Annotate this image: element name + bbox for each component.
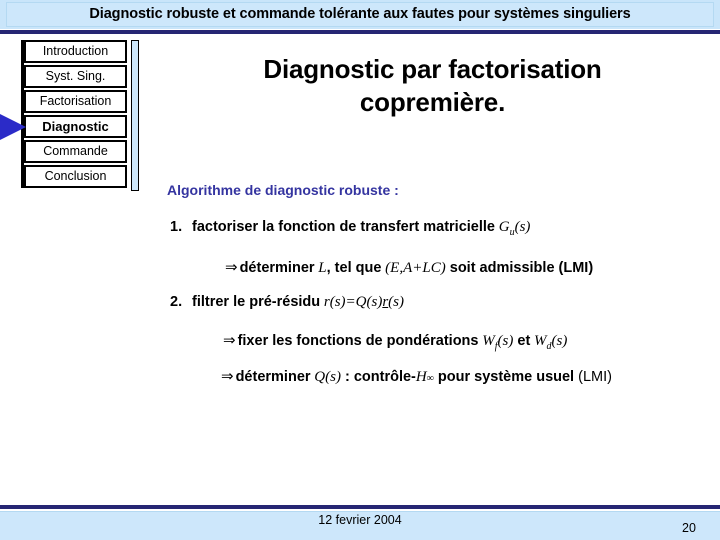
slide-title-line-1: Diagnostic par factorisation — [263, 54, 602, 84]
step-2-text: filtrer le pré-résidu — [192, 294, 321, 310]
sidebar-nav: Introduction Syst. Sing. Factorisation D… — [21, 40, 127, 188]
presentation-title: Diagnostic robuste et commande tolérante… — [89, 6, 631, 22]
implies-arrow-icon-2: ⇒ — [223, 332, 236, 349]
sidebar-item-commande[interactable]: Commande — [24, 140, 127, 163]
step-2-sub-a-text-a: fixer les fonctions de pondérations — [237, 333, 479, 349]
header-bar: Diagnostic robuste et commande tolérante… — [0, 0, 720, 29]
algorithm-step-1-sub: ⇒ déterminer L, tel que (E,A+LC) soit adm… — [225, 258, 593, 277]
step-1-sub-text-b: , tel que — [326, 260, 382, 276]
implies-arrow-icon-3: ⇒ — [221, 368, 234, 385]
algorithm-step-2-sub-a: ⇒ fixer les fonctions de pondérations Wf(… — [223, 331, 567, 352]
sidebar-item-diagnostic[interactable]: Diagnostic — [24, 115, 127, 138]
footer-date: 12 fevrier 2004 — [318, 513, 402, 527]
step-2-sub-b-text-d: (LMI) — [578, 369, 612, 385]
algorithm-step-2: 2. filtrer le pré-résidu r(s)=Q(s)r(s) — [170, 294, 404, 311]
sidebar-progress-bar — [131, 40, 139, 191]
step-2-sub-b-text-b: : contrôle- — [344, 369, 416, 385]
step-1-math: Gu(s) — [498, 219, 531, 238]
step-2-sub-b-emphasis: usuel — [536, 369, 575, 385]
step-1-sub-text-c: soit admissible (LMI) — [449, 260, 594, 276]
step-2-sub-b-text-a: déterminer — [235, 369, 311, 385]
sidebar-item-syst-sing[interactable]: Syst. Sing. — [24, 65, 127, 88]
footer-divider-rule — [0, 505, 720, 509]
sidebar-item-conclusion[interactable]: Conclusion — [24, 165, 127, 188]
sidebar-item-introduction[interactable]: Introduction — [24, 40, 127, 63]
step-2-sub-b-math-a: Q(s) — [314, 369, 341, 385]
step-1-sub-text-a: déterminer — [239, 260, 315, 276]
slide-title: Diagnostic par factorisation copremière. — [160, 53, 705, 119]
slide-page-number: 20 — [682, 521, 696, 535]
step-2-sub-b-text-c: pour système — [437, 369, 533, 385]
header-divider-highlight — [0, 34, 720, 35]
step-1-sub-math-b: (E,A+LC) — [385, 260, 446, 276]
step-2-math: r(s)=Q(s)r(s) — [323, 294, 404, 310]
slide-title-line-2: copremière. — [359, 87, 506, 117]
step-1-text: factoriser la fonction de transfert matr… — [192, 219, 495, 235]
step-2-number: 2. — [170, 294, 183, 310]
algorithm-step-1: 1. factoriser la fonction de transfert ma… — [170, 219, 530, 238]
step-1-sub-math-a: L — [318, 260, 327, 276]
step-2-sub-a-text-b: et — [517, 333, 531, 349]
step-2-sub-a-math-a: Wf(s) — [482, 333, 514, 352]
algorithm-step-2-sub-b: ⇒ déterminer Q(s) : contrôle-H∞ pour syst… — [221, 367, 612, 386]
step-2-sub-b-math-b: H∞ — [415, 369, 434, 385]
step-1-number: 1. — [170, 219, 183, 235]
active-section-arrow-icon — [0, 114, 26, 140]
implies-arrow-icon-1: ⇒ — [225, 259, 238, 276]
step-2-sub-a-math-b: Wd(s) — [534, 333, 568, 352]
algorithm-heading: Algorithme de diagnostic robuste : — [167, 182, 399, 198]
sidebar-item-factorisation[interactable]: Factorisation — [24, 90, 127, 113]
